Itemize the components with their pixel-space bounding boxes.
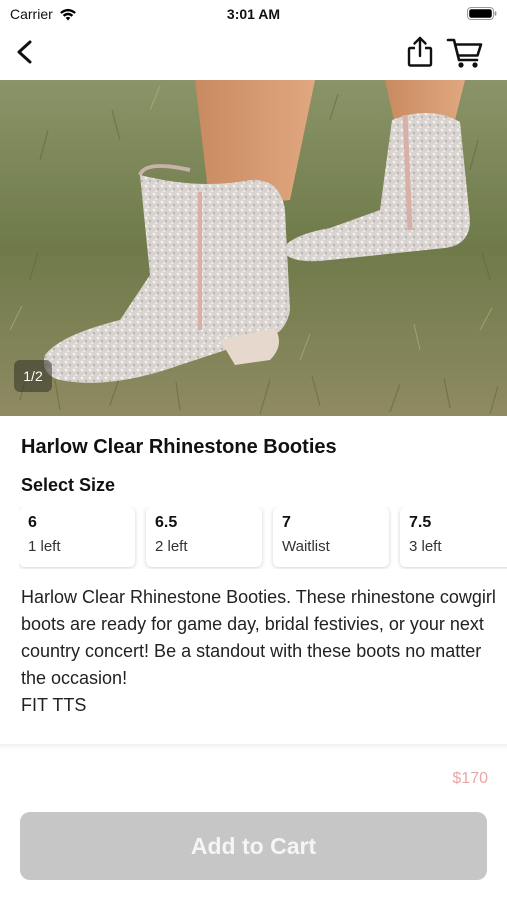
size-value: 6.5 xyxy=(155,514,178,531)
status-time: 3:01 AM xyxy=(226,6,281,22)
size-option[interactable]: 6 1 left xyxy=(19,507,135,567)
share-icon xyxy=(407,36,433,67)
size-stock: Waitlist xyxy=(282,538,330,555)
product-price: $170 xyxy=(452,770,488,787)
size-option[interactable]: 7 Waitlist xyxy=(273,507,389,567)
size-value: 7 xyxy=(282,514,291,531)
size-value: 6 xyxy=(28,514,37,531)
add-to-cart-button[interactable]: Add to Cart xyxy=(20,812,487,880)
product-image[interactable]: 1/2 xyxy=(0,80,507,416)
divider xyxy=(0,744,507,750)
size-stock: 1 left xyxy=(28,538,61,555)
size-selector: 6 1 left 6.5 2 left 7 Waitlist 7.5 3 lef… xyxy=(19,507,507,569)
size-stock: 2 left xyxy=(155,538,188,555)
size-value: 7.5 xyxy=(409,514,432,531)
cart-button[interactable] xyxy=(446,36,484,70)
size-option[interactable]: 6.5 2 left xyxy=(146,507,262,567)
nav-bar xyxy=(0,28,507,78)
chevron-left-icon xyxy=(17,40,32,64)
cart-icon xyxy=(446,38,483,68)
status-bar: Carrier 3:01 AM xyxy=(0,0,507,28)
size-option[interactable]: 7.5 3 left xyxy=(400,507,507,567)
gallery-page-indicator: 1/2 xyxy=(14,360,52,392)
size-heading: Select Size xyxy=(21,475,116,495)
share-button[interactable] xyxy=(404,35,436,69)
battery-icon xyxy=(467,7,497,20)
product-title: Harlow Clear Rhinestone Booties xyxy=(21,436,337,458)
product-photo xyxy=(0,80,507,416)
size-stock: 3 left xyxy=(409,538,442,555)
back-button[interactable] xyxy=(12,36,40,68)
product-description: Harlow Clear Rhinestone Booties. These r… xyxy=(21,587,496,715)
